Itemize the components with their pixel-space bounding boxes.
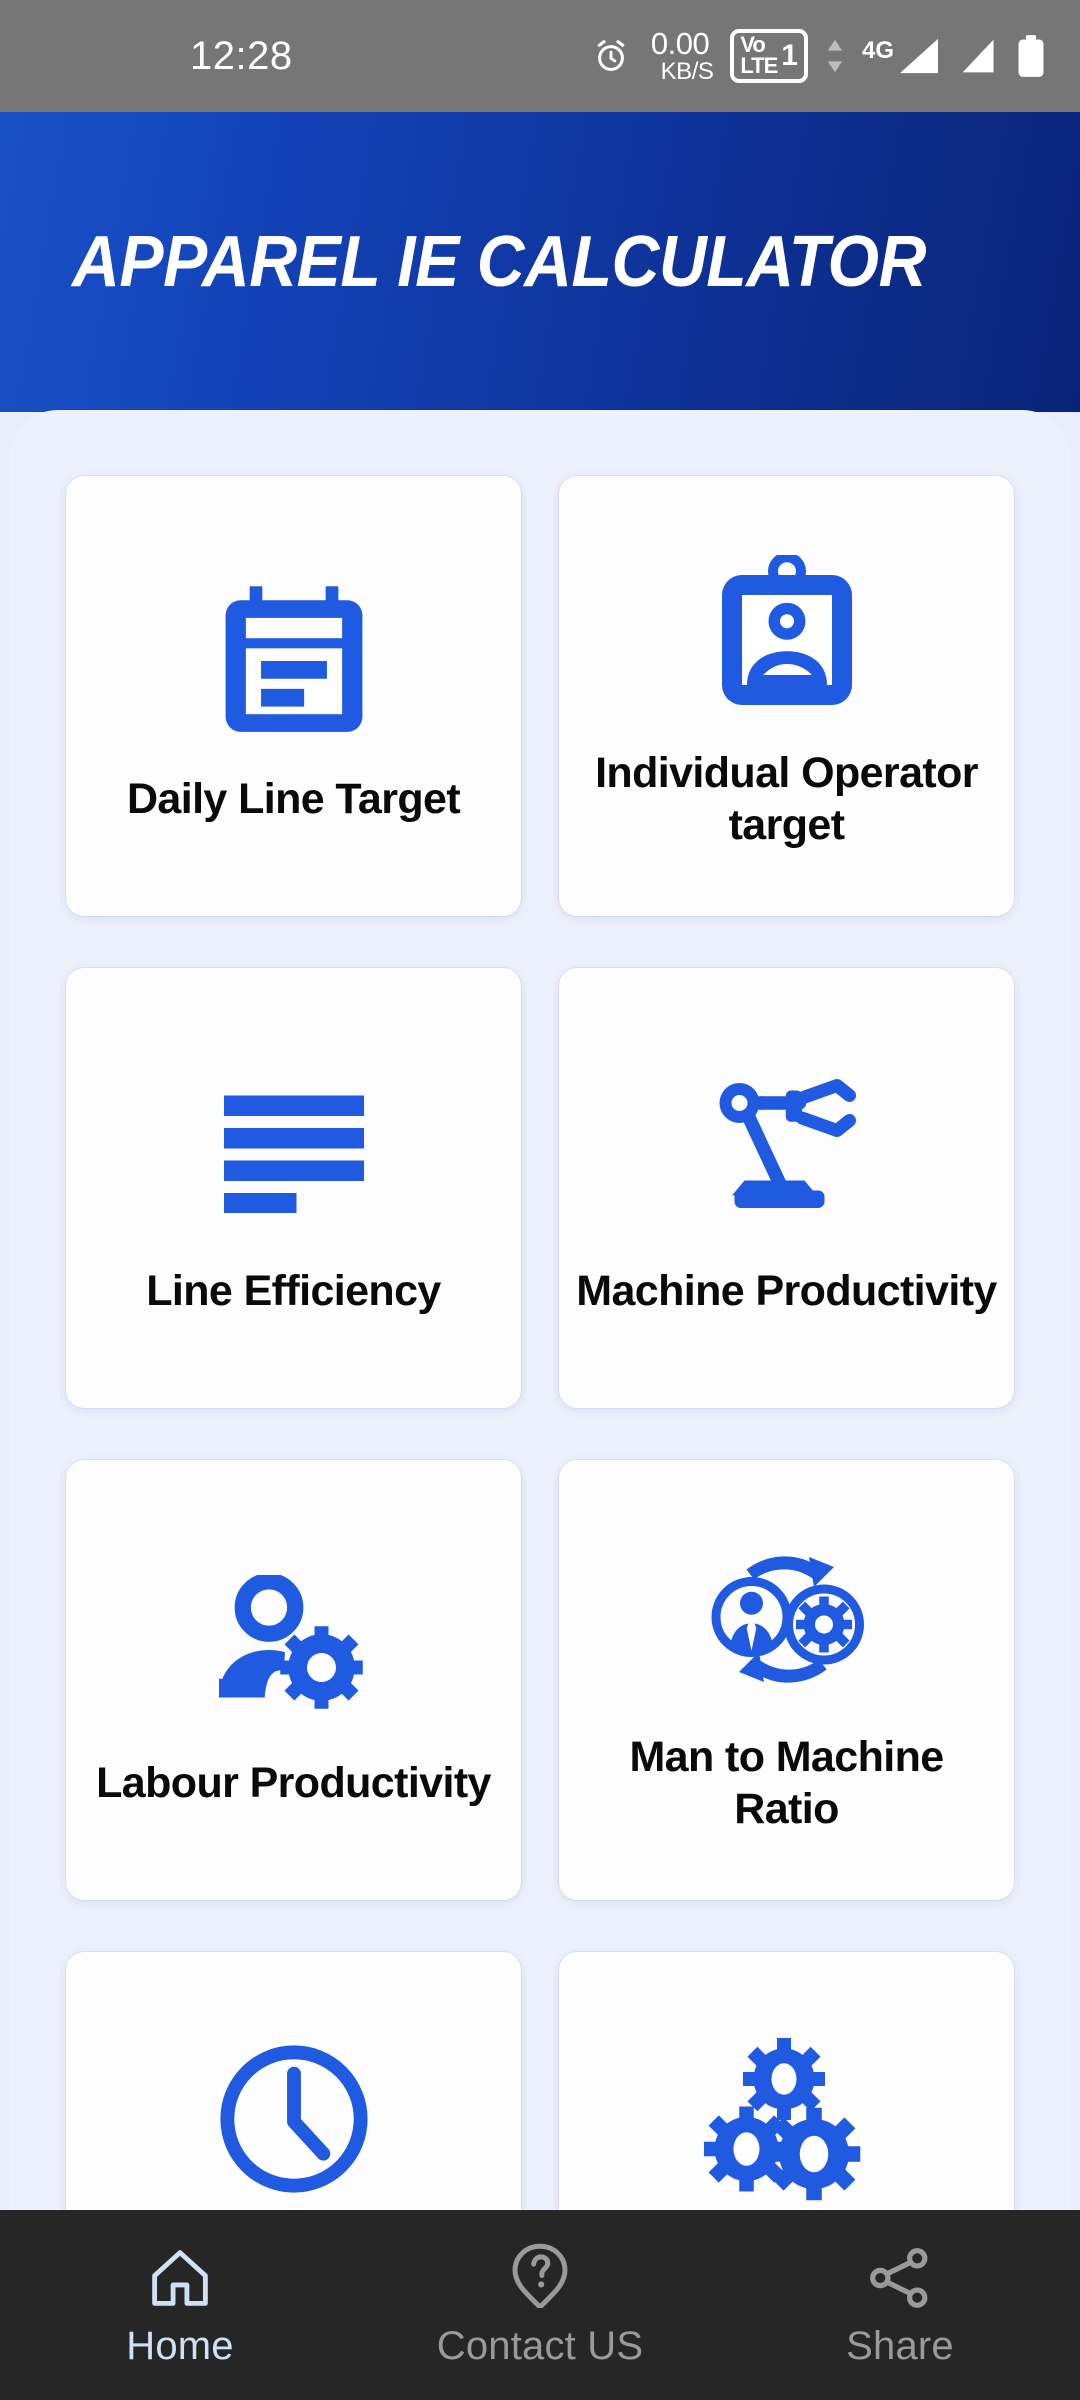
network-speed: 0.00 KB/S — [647, 28, 714, 84]
status-bar-clock: 12:28 — [190, 33, 293, 78]
clock-icon — [214, 2024, 374, 2214]
card-man-to-machine-ratio[interactable]: Man to Machine Ratio — [559, 1460, 1014, 1900]
home-icon — [147, 2242, 213, 2308]
horizontal-bars-icon — [223, 1058, 364, 1248]
nav-item-contact-us[interactable]: Contact US — [360, 2242, 720, 2369]
content-panel: Daily Line Target Individual Operator ta… — [10, 410, 1070, 2400]
card-label: Labour Productivity — [96, 1759, 491, 1808]
share-nodes-icon — [868, 2242, 932, 2308]
network-speed-value: 0.00 — [650, 26, 710, 61]
nav-label: Home — [126, 2323, 234, 2368]
person-gear-cycle-icon — [699, 1524, 874, 1714]
status-bar: 12:28 0.00 KB/S Vo LTE 1 4G — [0, 0, 1080, 112]
nav-label: Contact US — [436, 2323, 644, 2368]
person-gear-icon — [214, 1550, 374, 1740]
nav-item-home[interactable]: Home — [0, 2242, 360, 2369]
card-individual-operator-target[interactable]: Individual Operator target — [559, 476, 1014, 916]
card-label: Individual Operator target — [595, 749, 978, 849]
data-transfer-arrows-icon — [827, 39, 843, 73]
card-daily-line-target[interactable]: Daily Line Target — [66, 476, 521, 916]
sim-number: 1 — [781, 38, 798, 72]
network-speed-unit: KB/S — [660, 58, 714, 85]
network-type-label: 4G — [861, 37, 894, 64]
page-title: APPAREL IE CALCULATOR — [72, 222, 926, 302]
mobile-network-indicator: 4G — [862, 37, 942, 75]
signal-bars-icon — [900, 38, 938, 74]
card-label: Machine Productivity — [576, 1267, 997, 1316]
volte-bottom-label: LTE — [740, 52, 778, 78]
alarm-clock-icon — [597, 40, 624, 71]
question-help-icon — [509, 2242, 571, 2308]
battery-icon — [1018, 35, 1044, 77]
nav-label: Share — [846, 2323, 954, 2368]
calculator-grid: Daily Line Target Individual Operator ta… — [66, 476, 1014, 2392]
card-machine-productivity[interactable]: Machine Productivity — [559, 968, 1014, 1408]
card-label: Daily Line Target — [126, 775, 461, 824]
card-label: Man to Machine Ratio — [629, 1733, 944, 1833]
app-header: APPAREL IE CALCULATOR — [0, 112, 1080, 412]
calendar-schedule-icon — [218, 566, 370, 756]
card-label: Line Efficiency — [146, 1267, 441, 1316]
signal-bars-icon — [962, 39, 994, 73]
status-bar-icons: 0.00 KB/S Vo LTE 1 4G — [592, 28, 1046, 84]
bottom-navigation-bar: Home Contact US Share — [0, 2210, 1080, 2400]
id-badge-person-icon — [712, 540, 862, 730]
card-line-efficiency[interactable]: Line Efficiency — [66, 968, 521, 1408]
volte-badge-icon: Vo LTE 1 — [730, 28, 808, 84]
robot-arm-icon — [707, 1058, 867, 1248]
three-gears-icon — [699, 2024, 874, 2214]
nav-item-share[interactable]: Share — [720, 2242, 1080, 2369]
card-labour-productivity[interactable]: Labour Productivity — [66, 1460, 521, 1900]
